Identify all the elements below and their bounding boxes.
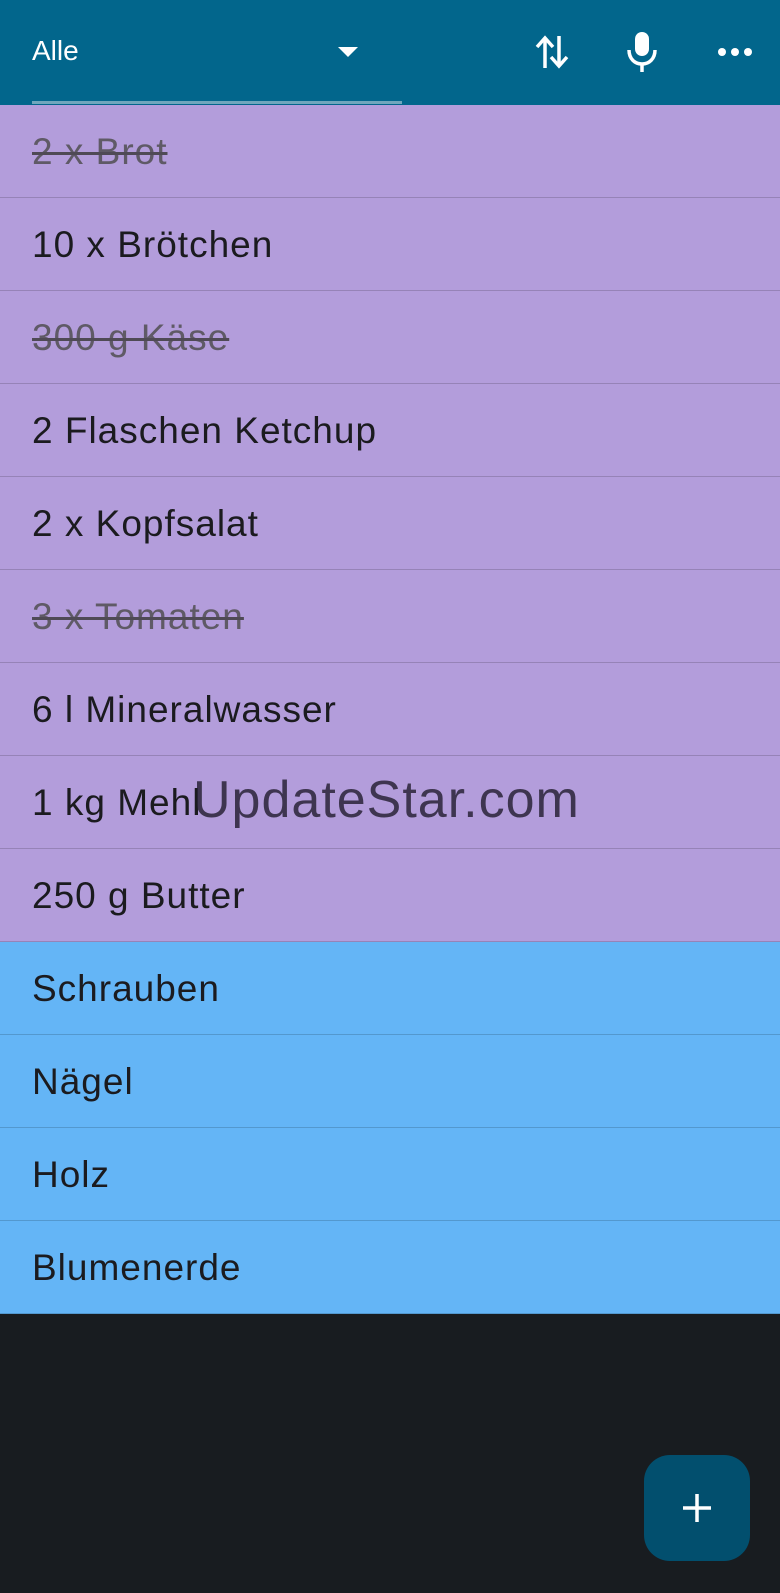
list-item[interactable]: 6 l Mineralwasser [0, 663, 780, 756]
list-item-text: 2 x Brot [32, 131, 168, 172]
list-item-text: 250 g Butter [32, 875, 246, 916]
list-item[interactable]: Nägel [0, 1035, 780, 1128]
list-item-text: 300 g Käse [32, 317, 230, 358]
list-item-text: Schrauben [32, 968, 220, 1009]
watermark-text: UpdateStar.com [193, 771, 580, 829]
list-item[interactable]: 300 g Käse [0, 291, 780, 384]
dropdown-arrow-icon [338, 47, 358, 57]
top-app-bar: Alle [0, 0, 780, 105]
list-item[interactable]: 2 x Kopfsalat [0, 477, 780, 570]
shopping-list: 2 x Brot 10 x Brötchen 300 g Käse 2 Flasche… [0, 105, 780, 1314]
sort-button[interactable] [522, 22, 582, 82]
plus-icon [683, 1494, 711, 1522]
list-item[interactable]: 2 x Brot [0, 105, 780, 198]
list-item[interactable]: Holz [0, 1128, 780, 1221]
list-item[interactable]: Schrauben [0, 942, 780, 1035]
add-item-button[interactable] [644, 1455, 750, 1561]
list-item-text: Nägel [32, 1061, 134, 1102]
list-item[interactable]: 2 Flaschen Ketchup [0, 384, 780, 477]
list-selector-dropdown[interactable]: Alle [0, 0, 402, 105]
dropdown-underline [32, 101, 402, 104]
list-item-text: Holz [32, 1154, 111, 1195]
list-item[interactable]: 10 x Brötchen [0, 198, 780, 291]
list-item-text: Blumenerde [32, 1247, 242, 1288]
list-item-text: 2 x Kopfsalat [32, 503, 259, 544]
more-horizontal-icon [718, 48, 752, 56]
list-item-text: 6 l Mineralwasser [32, 689, 337, 730]
list-selector-value: Alle [32, 35, 79, 66]
swap-vertical-icon [535, 35, 569, 69]
list-item[interactable]: 250 g Butter [0, 849, 780, 942]
list-item-text: 10 x Brötchen [32, 224, 274, 265]
list-item[interactable]: Blumenerde [0, 1221, 780, 1314]
more-options-button[interactable] [705, 22, 765, 82]
list-item-text: 1 kg Mehl [32, 782, 202, 823]
microphone-icon [627, 32, 657, 72]
list-item-text: 2 Flaschen Ketchup [32, 410, 378, 451]
list-item-text: 3 x Tomaten [32, 596, 244, 637]
list-item[interactable]: 3 x Tomaten [0, 570, 780, 663]
voice-input-button[interactable] [612, 22, 672, 82]
